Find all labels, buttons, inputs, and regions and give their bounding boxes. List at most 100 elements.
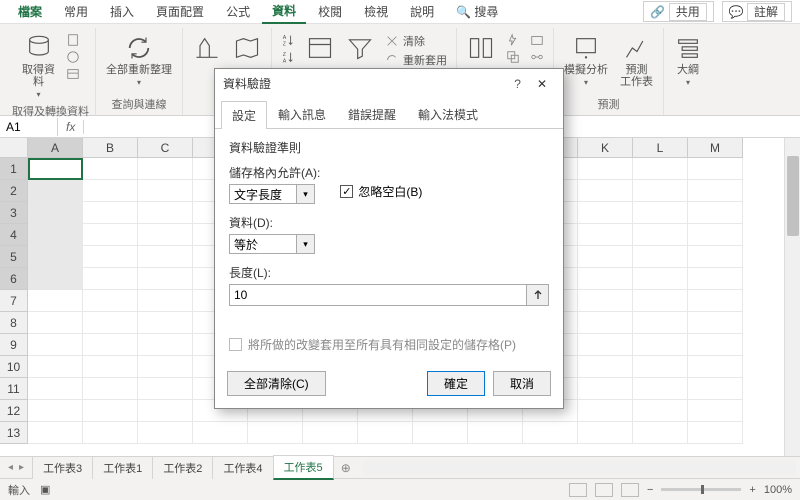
get-data-button[interactable]: 取得資 料 ▾ (18, 32, 59, 101)
clear-all-button[interactable]: 全部清除(C) (227, 371, 326, 396)
flash-fill-button[interactable] (503, 32, 523, 48)
sheet-tab[interactable]: 工作表4 (212, 456, 273, 479)
cell[interactable] (28, 334, 83, 356)
data-combo-dropdown[interactable]: ▾ (297, 234, 315, 254)
cell[interactable] (28, 356, 83, 378)
cell[interactable] (28, 180, 83, 202)
cell[interactable] (633, 312, 688, 334)
cell[interactable] (83, 312, 138, 334)
view-normal-button[interactable] (569, 483, 587, 497)
horizontal-scrollbar[interactable] (363, 461, 796, 475)
sheet-tab[interactable]: 工作表3 (32, 456, 93, 479)
cell[interactable] (193, 422, 248, 444)
cell[interactable] (83, 202, 138, 224)
cell[interactable] (138, 268, 193, 290)
dialog-tab-ime[interactable]: 輸入法模式 (407, 100, 489, 128)
cell[interactable] (83, 158, 138, 180)
cell[interactable] (633, 268, 688, 290)
length-input[interactable] (229, 284, 527, 306)
cell[interactable] (83, 290, 138, 312)
cell[interactable] (633, 224, 688, 246)
forecast-button[interactable]: 預測 工作表 (616, 32, 657, 90)
column-header[interactable]: M (688, 138, 743, 158)
cell[interactable] (688, 334, 743, 356)
row-header[interactable]: 5 (0, 246, 28, 268)
geography-button[interactable] (229, 32, 265, 64)
select-all-corner[interactable] (0, 138, 28, 158)
cell[interactable] (688, 422, 743, 444)
cell[interactable] (633, 422, 688, 444)
row-header[interactable]: 1 (0, 158, 28, 180)
ok-button[interactable]: 確定 (427, 371, 485, 396)
tab-home[interactable]: 常用 (54, 0, 98, 23)
cell[interactable] (578, 422, 633, 444)
cell[interactable] (688, 158, 743, 180)
cell[interactable] (633, 400, 688, 422)
cell[interactable] (138, 334, 193, 356)
sheet-tab-active[interactable]: 工作表5 (273, 455, 334, 480)
cell[interactable] (578, 356, 633, 378)
cell[interactable] (138, 180, 193, 202)
cell[interactable] (28, 312, 83, 334)
cell[interactable] (248, 422, 303, 444)
cell[interactable] (688, 268, 743, 290)
column-header[interactable]: L (633, 138, 688, 158)
stocks-button[interactable] (189, 32, 225, 64)
cell[interactable] (83, 334, 138, 356)
cell[interactable] (138, 290, 193, 312)
from-web-button[interactable] (63, 49, 83, 65)
text-to-columns-button[interactable] (463, 32, 499, 64)
cell[interactable] (633, 378, 688, 400)
view-pagebreak-button[interactable] (621, 483, 639, 497)
sort-desc-button[interactable]: ZA (278, 49, 298, 65)
cell[interactable] (578, 224, 633, 246)
dialog-tab-settings[interactable]: 設定 (221, 101, 267, 129)
view-layout-button[interactable] (595, 483, 613, 497)
comments-button[interactable]: 💬 註解 (722, 1, 792, 22)
cell[interactable] (633, 158, 688, 180)
cell[interactable] (83, 400, 138, 422)
row-header[interactable]: 10 (0, 356, 28, 378)
zoom-slider[interactable] (661, 488, 741, 491)
relationships-button[interactable] (527, 49, 547, 65)
tab-help[interactable]: 說明 (400, 0, 444, 23)
row-header[interactable]: 6 (0, 268, 28, 290)
cell[interactable] (138, 312, 193, 334)
cell[interactable] (688, 202, 743, 224)
cell[interactable] (83, 180, 138, 202)
cell[interactable] (523, 422, 578, 444)
cell[interactable] (138, 356, 193, 378)
tab-insert[interactable]: 插入 (100, 0, 144, 23)
whatif-button[interactable]: 模擬分析▾ (560, 32, 612, 89)
cell[interactable] (28, 158, 83, 180)
from-text-button[interactable] (63, 32, 83, 48)
tab-layout[interactable]: 頁面配置 (146, 0, 214, 23)
row-header[interactable]: 2 (0, 180, 28, 202)
cell[interactable] (138, 246, 193, 268)
sheet-nav-next[interactable]: ▸ (19, 462, 24, 473)
cell[interactable] (578, 290, 633, 312)
cell[interactable] (578, 180, 633, 202)
cell[interactable] (633, 246, 688, 268)
zoom-level[interactable]: 100% (764, 484, 792, 496)
cell[interactable] (83, 356, 138, 378)
cell[interactable] (633, 334, 688, 356)
reapply-button[interactable]: 重新套用 (382, 51, 450, 69)
macro-record-icon[interactable]: ▣ (40, 483, 50, 496)
cell[interactable] (83, 246, 138, 268)
filter-button[interactable] (342, 32, 378, 64)
cell[interactable] (688, 224, 743, 246)
scrollbar-thumb[interactable] (787, 156, 799, 236)
share-button[interactable]: 🔗 共用 (643, 1, 713, 22)
cell[interactable] (688, 246, 743, 268)
cancel-button[interactable]: 取消 (493, 371, 551, 396)
cell[interactable] (28, 378, 83, 400)
search-menu[interactable]: 🔍 搜尋 (446, 0, 508, 23)
cell[interactable] (688, 356, 743, 378)
cell[interactable] (138, 224, 193, 246)
dialog-tab-error-alert[interactable]: 錯誤提醒 (337, 100, 407, 128)
vertical-scrollbar[interactable] (784, 138, 800, 456)
tab-formulas[interactable]: 公式 (216, 0, 260, 23)
zoom-in-button[interactable]: + (749, 484, 755, 496)
cell[interactable] (688, 400, 743, 422)
